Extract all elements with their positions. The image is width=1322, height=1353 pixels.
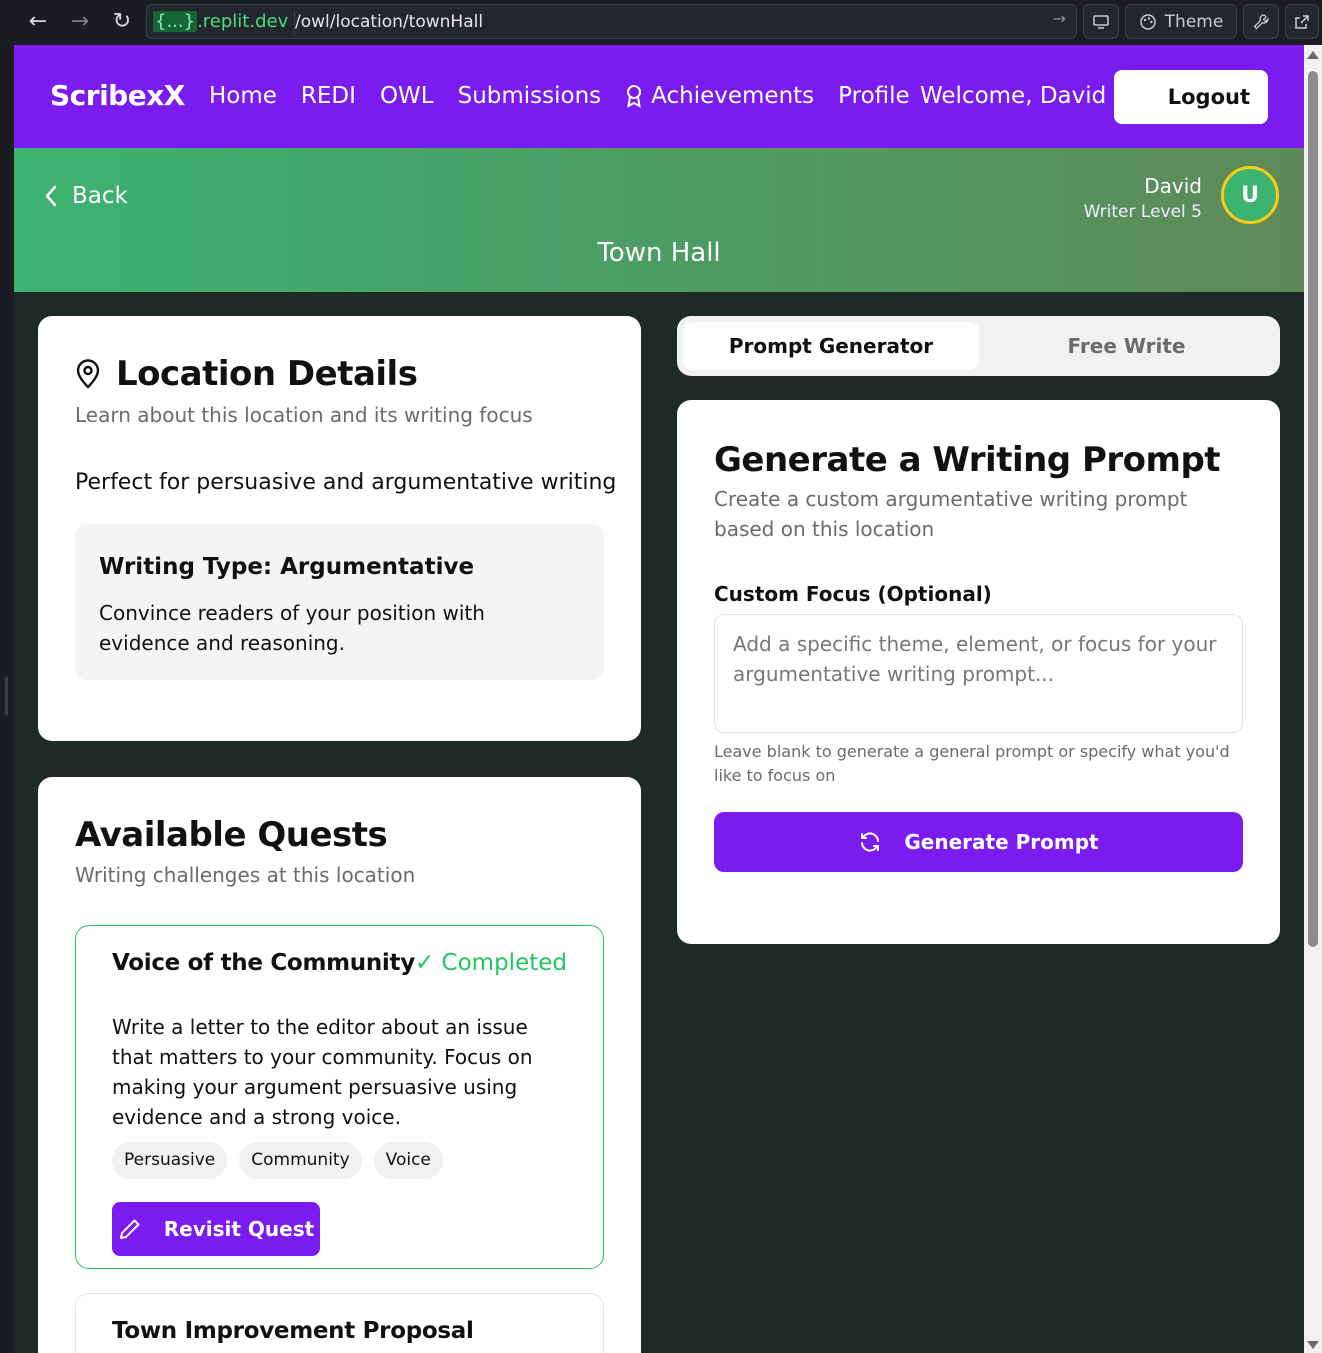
quest-title: Town Improvement Proposal <box>112 1318 474 1344</box>
map-pin-icon <box>76 359 100 389</box>
open-external-icon[interactable] <box>1285 4 1319 39</box>
go-arrow-icon[interactable]: → <box>1053 9 1066 28</box>
back-label: Back <box>72 183 128 209</box>
writing-type-title: Writing Type: Argumentative <box>99 554 475 580</box>
custom-focus-help: Leave blank to generate a general prompt… <box>714 742 1230 785</box>
back-arrow-icon[interactable]: ← <box>24 8 52 36</box>
url-host-badge: {...} <box>153 11 198 32</box>
location-details-subtitle: Learn about this location and its writin… <box>75 403 533 427</box>
writing-type-box: Writing Type: Argumentative Convince rea… <box>75 524 604 680</box>
quest-card: Town Improvement Proposal <box>75 1293 604 1353</box>
avatar[interactable]: U <box>1221 166 1279 224</box>
generator-title: Generate a Writing Prompt <box>714 440 1221 480</box>
user-name: David <box>1144 174 1202 198</box>
scrollbar-thumb[interactable] <box>1308 71 1318 947</box>
generate-prompt-label: Generate Prompt <box>904 830 1099 854</box>
wrench-icon[interactable] <box>1243 4 1279 39</box>
tag: Persuasive <box>112 1142 228 1179</box>
quest-title: Voice of the Community <box>112 950 415 976</box>
nav-link-profile[interactable]: Profile <box>838 83 910 109</box>
generate-prompt-button[interactable]: Generate Prompt <box>714 812 1243 872</box>
pencil-icon <box>119 1219 140 1239</box>
welcome-text: Welcome, David <box>920 83 1107 109</box>
quest-description: Write a letter to the editor about an is… <box>112 1015 533 1129</box>
revisit-quest-label: Revisit Quest <box>163 1217 315 1241</box>
location-details-card: Location Details Learn about this locati… <box>38 316 641 741</box>
refresh-icon <box>861 832 880 852</box>
tag: Community <box>239 1142 362 1179</box>
available-quests-subtitle: Writing challenges at this location <box>75 863 416 887</box>
nav-link-owl[interactable]: OWL <box>380 83 434 109</box>
nav-link-home[interactable]: Home <box>209 83 277 109</box>
device-preview-icon[interactable] <box>1083 4 1119 39</box>
scroll-up-arrow-icon[interactable] <box>1307 51 1319 59</box>
completed-badge: ✓ Completed <box>414 950 567 976</box>
quest-card: Voice of the Community ✓ Completed Write… <box>75 925 604 1269</box>
location-description: Perfect for persuasive and argumentative… <box>75 470 617 495</box>
award-icon <box>627 85 642 108</box>
available-quests-card: Available Quests Writing challenges at t… <box>38 777 641 1353</box>
app-navbar: ScribexX Home REDI OWL Submissions Achie… <box>14 45 1304 148</box>
logout-button[interactable]: Logout <box>1114 70 1268 124</box>
writing-type-description: Convince readers of your position with e… <box>99 601 485 655</box>
reload-icon[interactable]: ↻ <box>108 8 136 36</box>
left-panel-edge <box>0 45 14 1353</box>
prompt-generator-card: Generate a Writing Prompt Create a custo… <box>677 400 1280 944</box>
url-host-domain: .replit.dev <box>197 11 289 32</box>
nav-link-redi[interactable]: REDI <box>301 83 356 109</box>
tab-free-write[interactable]: Free Write <box>979 322 1274 370</box>
page-title: Town Hall <box>597 238 721 268</box>
theme-label: Theme <box>1164 11 1224 32</box>
vertical-scrollbar[interactable] <box>1304 45 1322 1353</box>
url-host: {...} .replit.dev <box>153 10 296 34</box>
forward-arrow-icon[interactable]: → <box>66 8 94 36</box>
quest-tags: Persuasive Community Voice <box>112 1142 443 1179</box>
nav-links: Home REDI OWL Submissions Achievements P… <box>209 83 910 109</box>
nav-link-submissions[interactable]: Submissions <box>458 83 602 109</box>
custom-focus-label: Custom Focus (Optional) <box>714 582 992 606</box>
available-quests-title: Available Quests <box>75 815 388 855</box>
chevron-left-icon <box>45 185 57 207</box>
back-button[interactable]: Back <box>44 183 128 209</box>
palette-icon <box>1139 13 1156 30</box>
custom-focus-input[interactable] <box>714 614 1243 733</box>
location-details-title: Location Details <box>116 354 418 394</box>
mode-tabs: Prompt Generator Free Write <box>677 316 1280 376</box>
brand-logo[interactable]: ScribexX <box>50 79 185 112</box>
user-level: Writer Level 5 <box>1083 202 1202 222</box>
theme-button[interactable]: Theme <box>1125 4 1237 39</box>
nav-link-achievements[interactable]: Achievements <box>625 83 814 109</box>
location-details-heading: Location Details <box>74 354 418 394</box>
url-path: /owl/location/townHall <box>295 12 484 32</box>
scroll-down-arrow-icon[interactable] <box>1307 1341 1319 1349</box>
tag: Voice <box>373 1142 443 1179</box>
browser-toolbar: ← → ↻ {...} .replit.dev /owl/location/tow… <box>0 0 1322 45</box>
address-bar[interactable]: {...} .replit.dev /owl/location/townHall … <box>146 4 1077 39</box>
location-banner: Back Town Hall David Writer Level 5 U <box>14 148 1304 292</box>
revisit-quest-button[interactable]: Revisit Quest <box>112 1202 320 1256</box>
nav-link-achievements-label: Achievements <box>651 83 815 109</box>
generator-subtitle: Create a custom argumentative writing pr… <box>714 487 1188 541</box>
tab-prompt-generator[interactable]: Prompt Generator <box>683 322 979 370</box>
resize-handle[interactable] <box>5 677 8 715</box>
